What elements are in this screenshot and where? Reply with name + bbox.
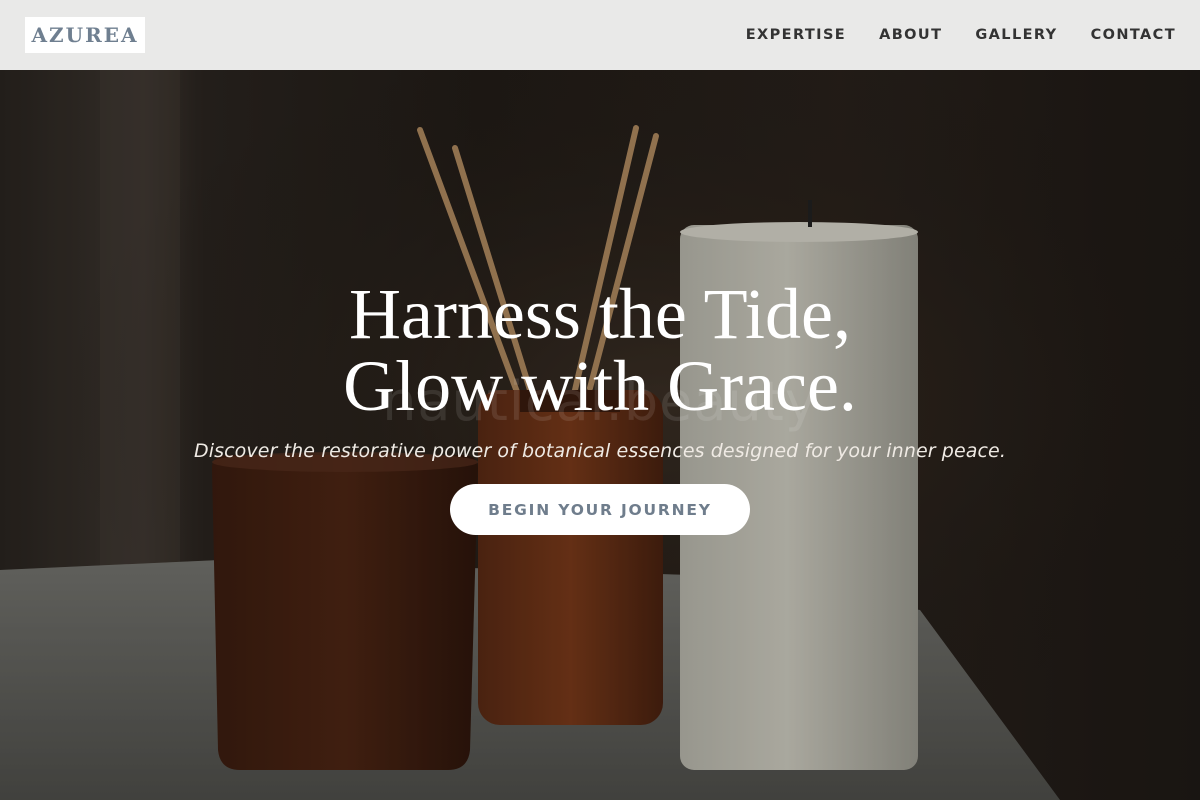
hero-content: nautical.beauty Harness the Tide, Glow w… (0, 70, 1200, 800)
hero-headline: Harness the Tide, Glow with Grace. (0, 278, 1200, 422)
nav-link-about[interactable]: ABOUT (879, 27, 942, 43)
hero-subheadline: Discover the restorative power of botani… (194, 440, 1006, 462)
nav-link-expertise[interactable]: EXPERTISE (746, 27, 846, 43)
nav-link-contact[interactable]: CONTACT (1091, 27, 1176, 43)
headline-line-1: Harness the Tide, (349, 274, 851, 354)
main-nav: EXPERTISE ABOUT GALLERY CONTACT (713, 27, 1176, 43)
nav-link-gallery[interactable]: GALLERY (975, 27, 1057, 43)
logo[interactable]: AZUREA (25, 17, 145, 53)
begin-journey-button[interactable]: BEGIN YOUR JOURNEY (450, 484, 750, 535)
headline-line-2: Glow with Grace. (343, 346, 857, 426)
site-header: AZUREA EXPERTISE ABOUT GALLERY CONTACT (0, 0, 1200, 70)
